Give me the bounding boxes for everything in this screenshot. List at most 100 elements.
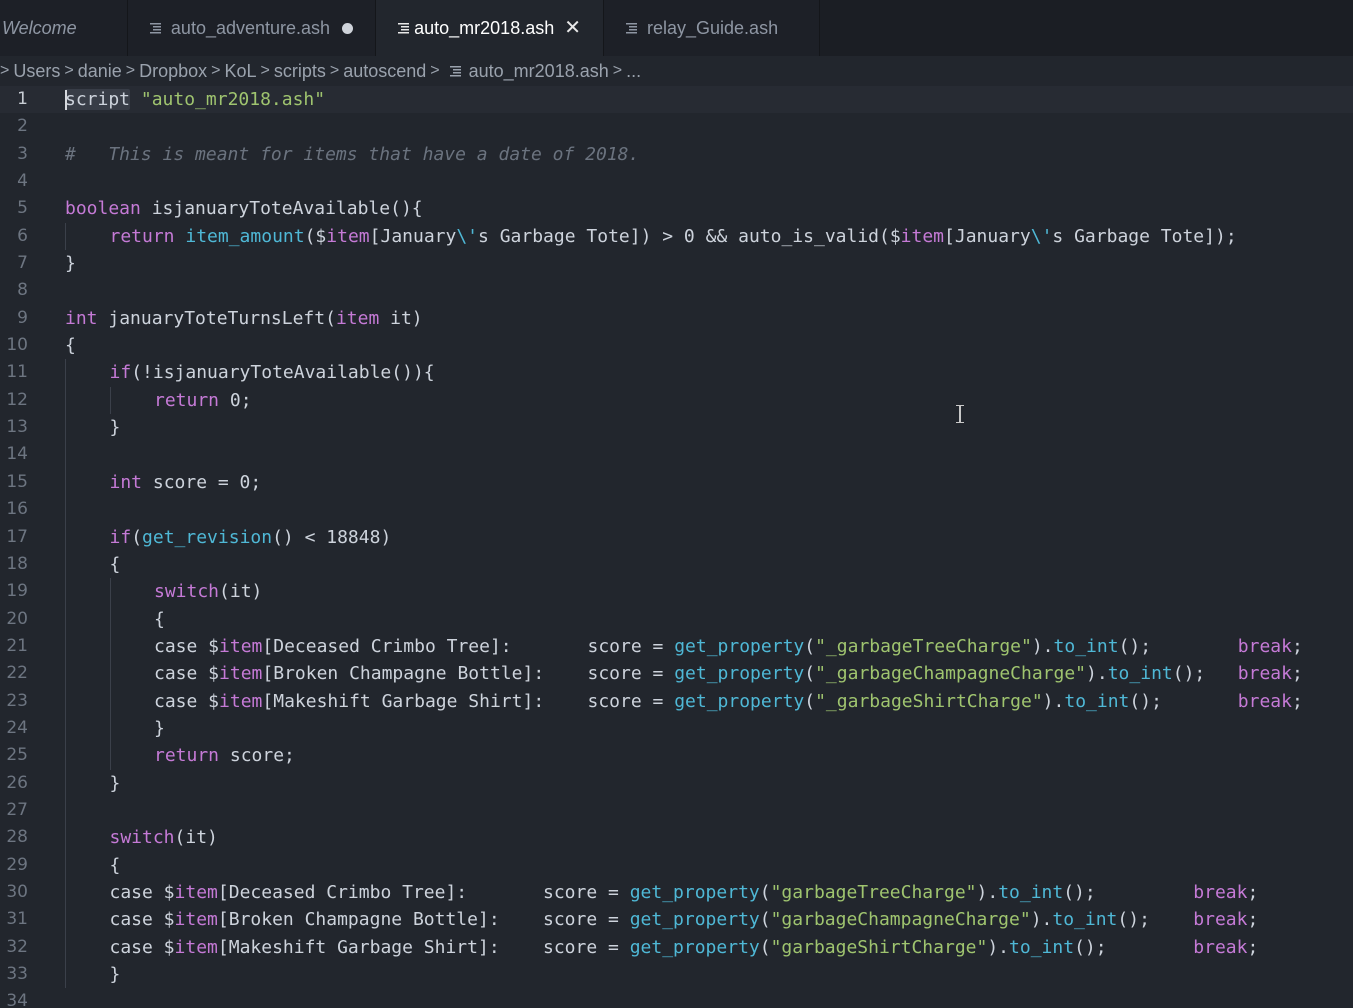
unsaved-dot-icon[interactable] — [342, 22, 353, 34]
indent-guide — [65, 742, 66, 770]
tab-auto-adventure[interactable]: auto_adventure.ash — [128, 0, 376, 56]
breadcrumb-item[interactable]: KoL — [224, 61, 256, 82]
breadcrumb-item[interactable]: danie — [78, 61, 122, 82]
code-line[interactable]: 30 case $item[Deceased Crimbo Tree]: scor… — [0, 878, 1353, 907]
indent-guide — [65, 961, 66, 989]
code-line[interactable]: 23 case $item[Makeshift Garbage Shirt]: s… — [0, 687, 1353, 715]
tab-auto-mr2018[interactable]: auto_mr2018.ash ✕ — [376, 0, 604, 56]
code-token: { — [109, 854, 121, 876]
code-token: to_int — [1052, 909, 1118, 931]
code-editor[interactable]: 1 script "auto_mr2018.ash" 2 3 # This is mea… — [0, 86, 1353, 1008]
code-token: break — [1237, 690, 1292, 712]
breadcrumb-item[interactable]: ... — [626, 61, 641, 82]
code-token: # This is meant for items that have a da… — [65, 143, 640, 165]
line-number: 3 — [17, 143, 28, 164]
code-line[interactable]: 22 case $item[Broken Champagne Bottle]: s… — [0, 660, 1353, 688]
line-number: 12 — [6, 389, 28, 410]
code-line[interactable]: 9 int januaryToteTurnsLeft(item it) — [0, 305, 1353, 332]
close-icon[interactable]: ✕ — [564, 18, 581, 38]
code-token: switch — [154, 581, 220, 603]
code-line[interactable]: 32 case $item[Makeshift Garbage Shirt]: s… — [0, 933, 1353, 961]
line-number: 15 — [6, 471, 28, 492]
code-text: int januaryToteTurnsLeft(item it) — [65, 305, 423, 332]
code-token: { — [65, 335, 76, 357]
tab-welcome[interactable]: Welcome — [0, 0, 128, 56]
code-token: ( — [804, 690, 816, 712]
code-line[interactable]: 1 script "auto_mr2018.ash" — [0, 86, 1353, 114]
line-number: 27 — [6, 799, 28, 820]
code-text: return score; — [154, 742, 295, 769]
indent-guide — [65, 359, 66, 387]
line-number: 7 — [17, 253, 28, 274]
indent-guide — [65, 878, 66, 907]
indent-guide — [65, 578, 66, 606]
code-line[interactable]: 21 case $item[Deceased Crimbo Tree]: scor… — [0, 632, 1353, 661]
code-text: { — [154, 606, 165, 633]
code-line[interactable]: 7} — [0, 250, 1353, 277]
breadcrumb-item[interactable]: Users — [13, 61, 60, 82]
code-line[interactable]: 18 { — [0, 550, 1353, 579]
code-line[interactable]: 16 — [0, 496, 1353, 524]
indent-guide — [109, 386, 111, 415]
code-line[interactable]: 8 — [0, 277, 1353, 304]
code-token: break — [1193, 881, 1248, 903]
code-line[interactable]: 2 — [0, 113, 1353, 140]
indent-guide — [109, 605, 111, 633]
line-number: 14 — [6, 444, 28, 465]
code-line[interactable]: 15 int score = 0; — [0, 468, 1353, 497]
code-token: ( — [759, 881, 771, 903]
code-token: get_property — [629, 881, 760, 903]
code-line[interactable]: 4 — [0, 168, 1353, 195]
code-token: ). — [1086, 663, 1108, 685]
code-line[interactable]: 14 — [0, 441, 1353, 469]
code-line[interactable]: 29 { — [0, 851, 1353, 879]
code-line[interactable]: 5 boolean isjanuaryToteAvailable(){ — [0, 195, 1353, 222]
code-line[interactable]: 12 return 0; — [0, 386, 1353, 415]
line-number: 34 — [6, 991, 28, 1008]
breadcrumb-item[interactable]: Dropbox — [139, 61, 207, 82]
code-line[interactable]: 20 { — [0, 605, 1353, 633]
breadcrumb-item[interactable]: autoscend — [343, 61, 426, 82]
code-token: score; — [219, 745, 295, 767]
code-text: case $item[Deceased Crimbo Tree]: score … — [154, 633, 1303, 660]
code-line[interactable]: 6 return item_amount($item[January\'s Gar… — [0, 222, 1353, 251]
line-number: 17 — [6, 526, 28, 547]
file-lines-icon — [398, 22, 410, 34]
code-text: switch(it) — [110, 824, 218, 851]
code-line[interactable]: 28 switch(it) — [0, 824, 1353, 852]
code-token: case $ — [154, 663, 220, 685]
code-line[interactable]: 27 — [0, 796, 1353, 825]
code-token: item — [335, 307, 380, 329]
code-line[interactable]: 3 # This is meant for items that have a d… — [0, 141, 1353, 168]
code-line[interactable]: 11 if(!isjanuaryToteAvailable()){ — [0, 359, 1353, 387]
tab-label: auto_mr2018.ash — [414, 17, 555, 38]
line-number: 2 — [17, 116, 28, 137]
code-line[interactable]: 26} — [0, 769, 1353, 797]
breadcrumb-item[interactable]: auto_mr2018.ash — [469, 61, 609, 82]
chevron-right-icon: > — [64, 62, 74, 79]
code-line[interactable]: 13} — [0, 414, 1353, 442]
code-token: ( — [759, 909, 771, 931]
code-text: } — [110, 961, 121, 988]
code-line[interactable]: 19 switch(it) — [0, 578, 1353, 606]
code-line[interactable]: 33} — [0, 961, 1353, 989]
code-token: to_int — [1009, 936, 1075, 958]
code-token: ). — [987, 936, 1010, 958]
chevron-right-icon: > — [430, 62, 440, 79]
breadcrumb-item[interactable]: scripts — [274, 61, 326, 82]
code-token: case $ — [109, 936, 175, 958]
code-line[interactable]: 10 { — [0, 332, 1353, 359]
tab-relay-guide[interactable]: relay_Guide.ash — [604, 0, 820, 56]
line-number: 18 — [6, 553, 28, 574]
code-line[interactable]: 34 — [0, 988, 1353, 1008]
code-line[interactable]: 31 case $item[Broken Champagne Bottle]: s… — [0, 906, 1353, 934]
code-token: break — [1193, 936, 1248, 958]
code-line[interactable]: 25 return score; — [0, 742, 1353, 770]
code-token: get_property — [674, 690, 805, 712]
code-token: } — [109, 964, 121, 985]
code-token: [January — [944, 225, 1031, 247]
code-line[interactable]: 24} — [0, 714, 1353, 743]
code-token: get_revision — [142, 526, 273, 548]
code-line[interactable]: 17 if(get_revision() < 18848) — [0, 523, 1353, 551]
